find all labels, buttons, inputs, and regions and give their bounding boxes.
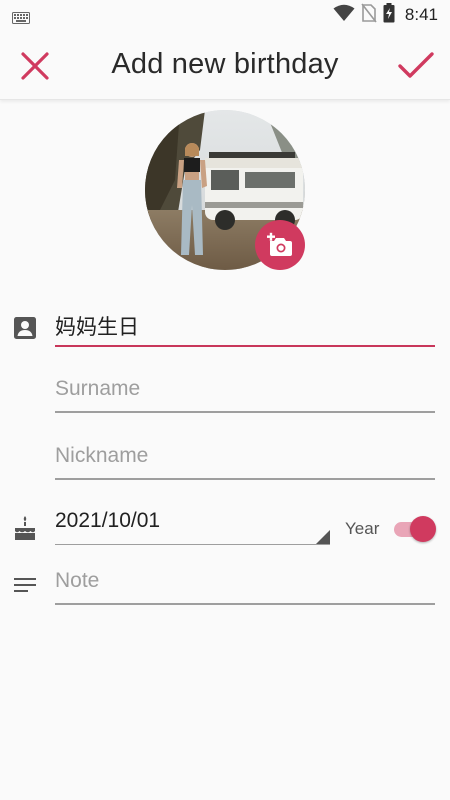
year-toggle[interactable] xyxy=(392,516,438,542)
note-field[interactable]: Note xyxy=(55,565,435,605)
nickname-placeholder: Nickname xyxy=(55,444,149,467)
cake-icon xyxy=(12,515,38,541)
app-bar: Add new birthday xyxy=(0,30,450,100)
wifi-icon xyxy=(333,4,355,26)
battery-charging-icon xyxy=(383,3,395,27)
save-button[interactable] xyxy=(394,45,438,87)
name-value: 妈妈生日 xyxy=(55,315,139,339)
avatar-container xyxy=(145,110,305,270)
dropdown-arrow-icon xyxy=(316,530,330,544)
date-picker[interactable]: 2021/10/01 xyxy=(55,505,330,545)
year-label: Year xyxy=(345,519,380,538)
date-value: 2021/10/01 xyxy=(55,509,161,532)
toggle-thumb xyxy=(410,516,436,542)
add-photo-icon xyxy=(267,232,292,256)
page-title: Add new birthday xyxy=(111,48,339,80)
note-placeholder: Note xyxy=(55,569,100,592)
keyboard-icon xyxy=(12,9,30,28)
status-time: 8:41 xyxy=(404,5,438,24)
status-bar: 8:41 xyxy=(0,0,450,30)
surname-placeholder: Surname xyxy=(55,377,141,400)
add-photo-button[interactable] xyxy=(255,220,305,270)
notes-icon xyxy=(12,572,38,598)
no-sim-icon xyxy=(361,3,377,27)
nickname-field[interactable]: Nickname xyxy=(55,440,435,480)
surname-field[interactable]: Surname xyxy=(55,373,435,413)
name-field[interactable]: 妈妈生日 xyxy=(55,307,435,347)
check-icon xyxy=(398,52,434,78)
contact-icon xyxy=(12,315,38,341)
